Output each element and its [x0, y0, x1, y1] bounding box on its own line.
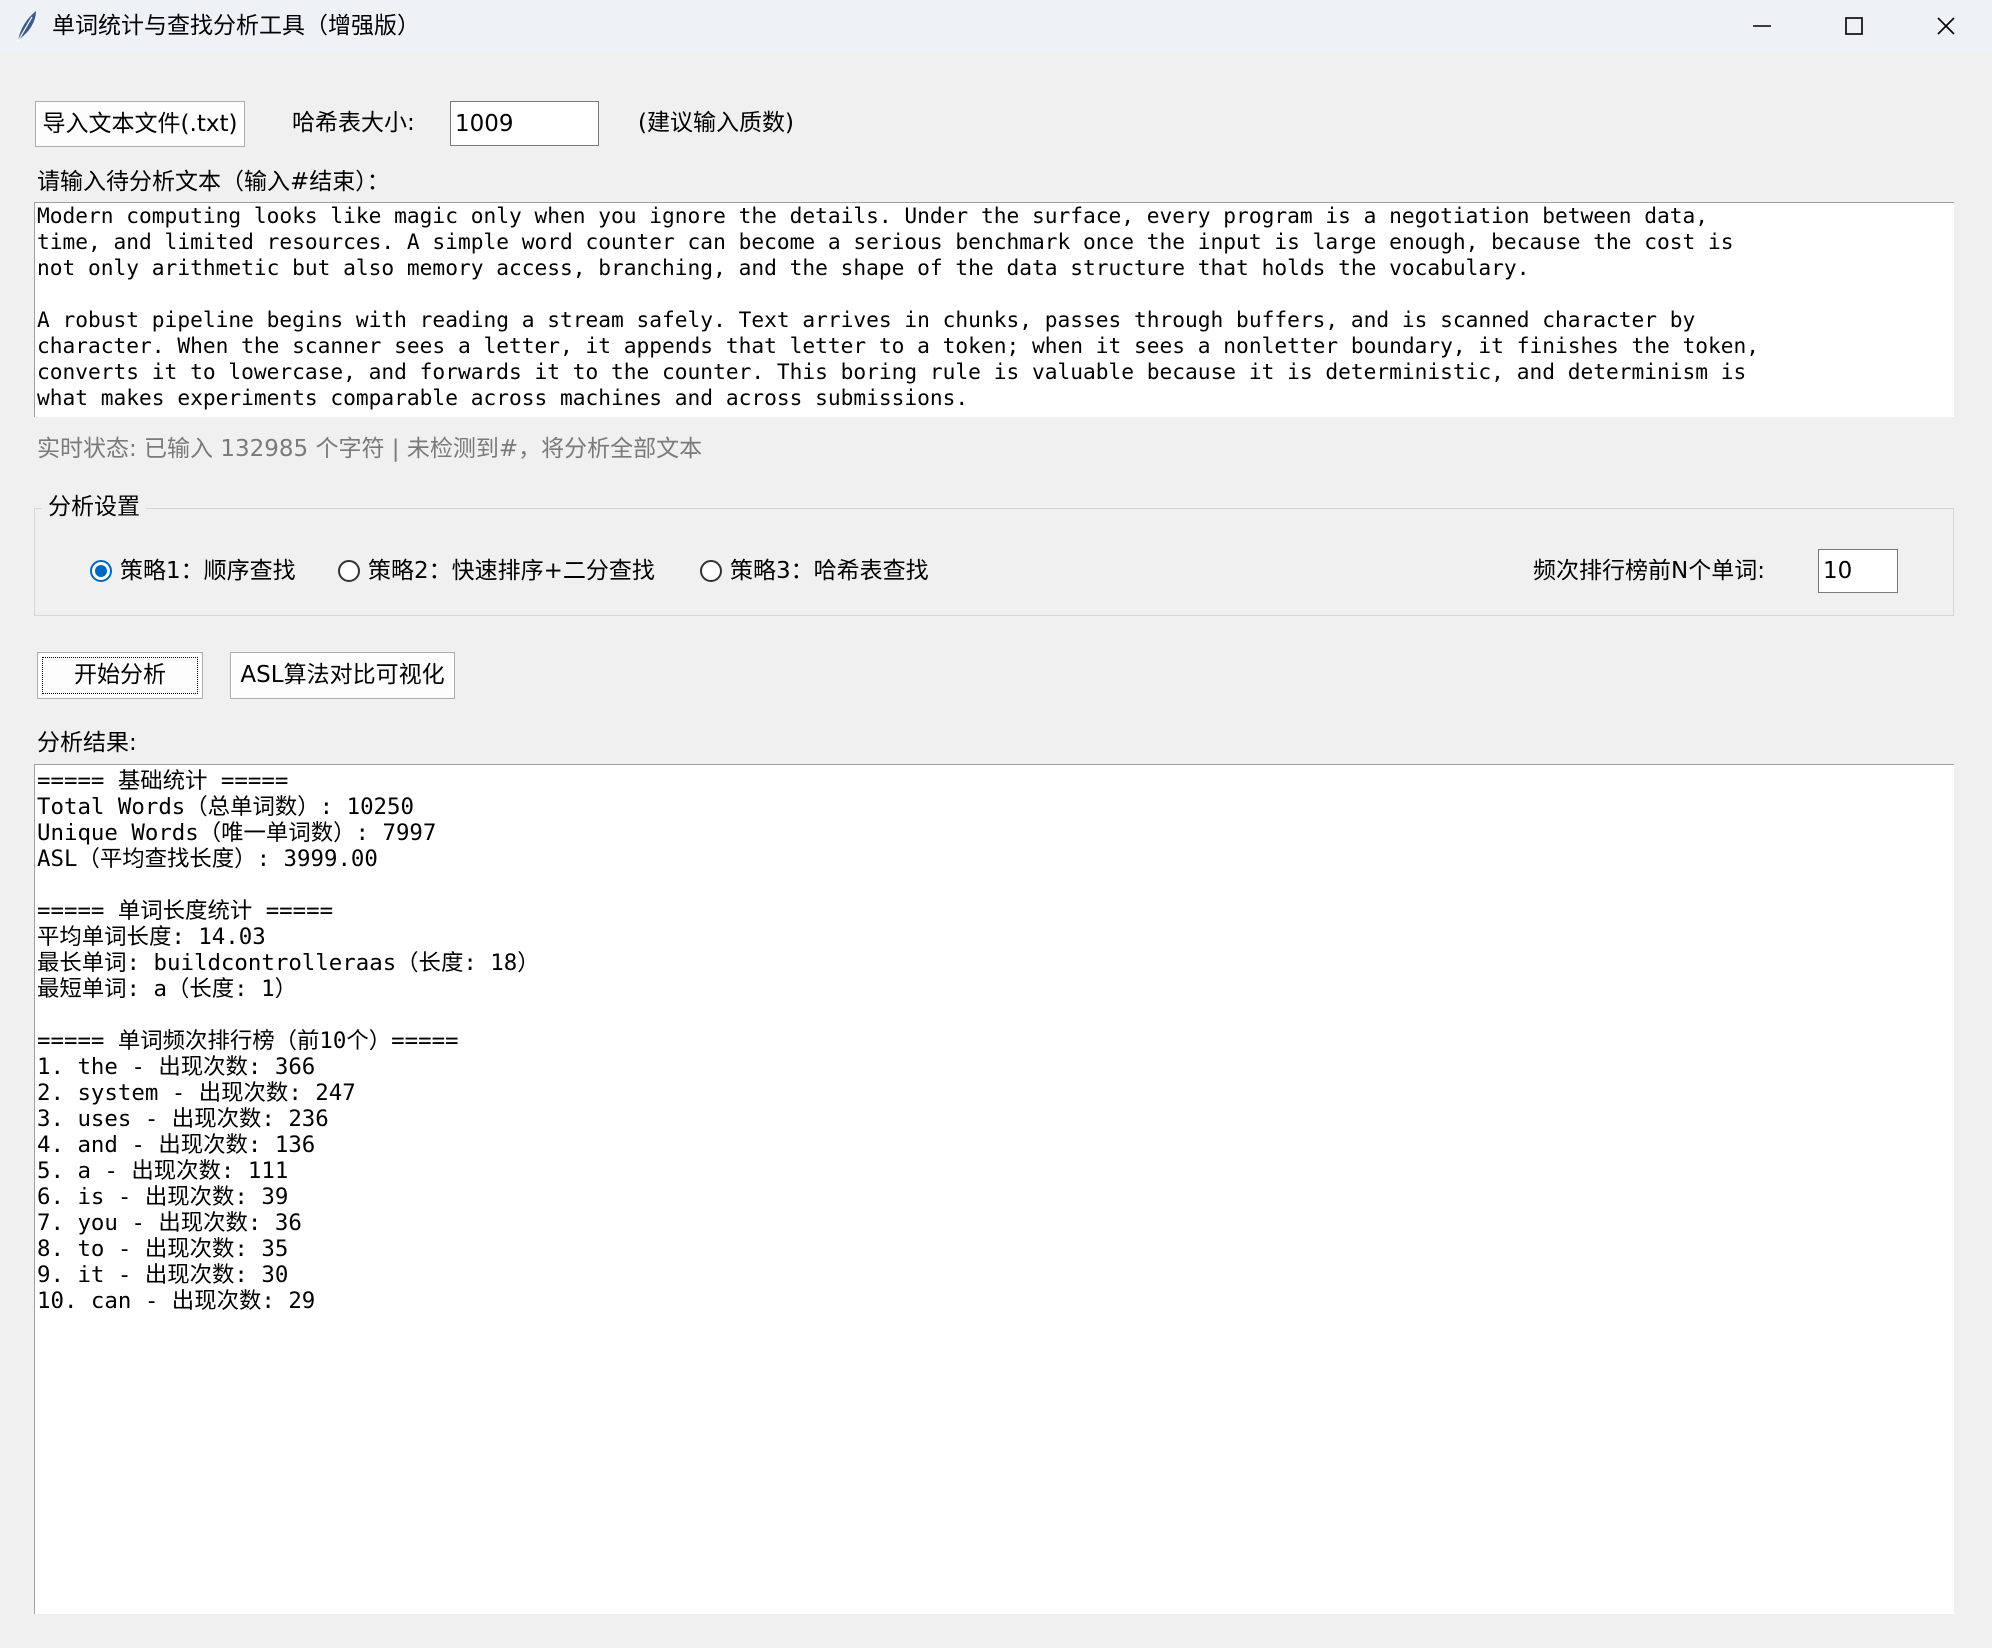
strategy-1-label: 策略1：顺序查找	[120, 558, 296, 584]
title-bar[interactable]: 单词统计与查找分析工具（增强版）	[0, 0, 1992, 52]
strategy-2-radio[interactable]: 策略2：快速排序+二分查找	[338, 556, 655, 586]
topn-label: 频次排行榜前N个单词:	[1533, 558, 1765, 584]
radio-unselected-icon	[700, 560, 722, 582]
strategy-3-radio[interactable]: 策略3：哈希表查找	[700, 556, 929, 586]
feather-icon	[17, 11, 36, 42]
results-text-area[interactable]: ===== 基础统计 ===== Total Words（总单词数）: 1025…	[34, 764, 1954, 1614]
window-title: 单词统计与查找分析工具（增强版）	[52, 13, 420, 39]
input-text-area[interactable]: Modern computing looks like magic only w…	[34, 202, 1954, 417]
radio-unselected-icon	[338, 560, 360, 582]
maximize-button[interactable]	[1808, 0, 1900, 52]
strategy-2-label: 策略2：快速排序+二分查找	[368, 558, 655, 584]
asl-visualize-button[interactable]: ASL算法对比可视化	[230, 652, 455, 699]
topn-input[interactable]	[1818, 549, 1898, 593]
minimize-icon	[1753, 25, 1771, 27]
close-icon	[1937, 17, 1955, 35]
strategy-1-radio[interactable]: 策略1：顺序查找	[90, 556, 296, 586]
settings-title: 分析设置	[42, 491, 146, 523]
input-text-label: 请输入待分析文本（输入#结束）：	[37, 169, 390, 195]
radio-selected-icon	[90, 560, 112, 582]
strategy-3-label: 策略3：哈希表查找	[730, 558, 929, 584]
maximize-icon	[1845, 17, 1863, 35]
close-button[interactable]	[1900, 0, 1992, 52]
hash-size-input[interactable]	[450, 101, 599, 146]
import-file-button[interactable]: 导入文本文件(.txt)	[35, 101, 245, 147]
hash-size-label: 哈希表大小:	[292, 110, 415, 136]
results-label: 分析结果:	[37, 730, 137, 756]
hash-size-hint: (建议输入质数)	[638, 110, 794, 136]
status-text: 实时状态: 已输入 132985 个字符 | 未检测到#，将分析全部文本	[37, 436, 703, 462]
minimize-button[interactable]	[1716, 0, 1808, 52]
start-analysis-button[interactable]: 开始分析	[37, 652, 203, 699]
